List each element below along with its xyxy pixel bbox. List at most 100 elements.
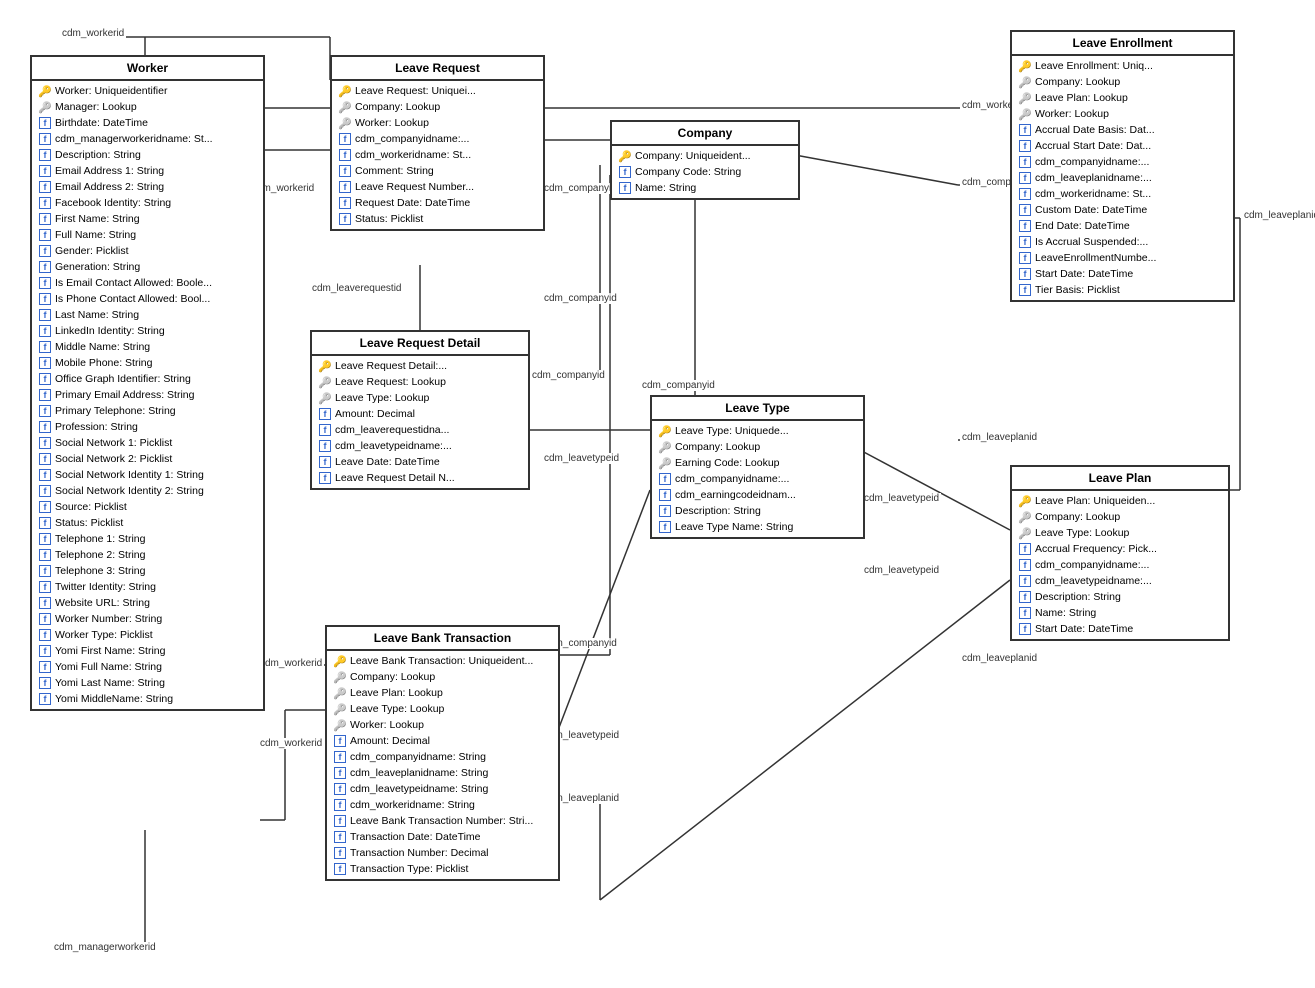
field-row: fcdm_workeridname: St... bbox=[332, 147, 543, 163]
field-icon: f bbox=[1019, 268, 1031, 280]
field-icon: f bbox=[39, 357, 51, 369]
field-icon: f bbox=[1019, 543, 1031, 555]
entity-leave-request-title: Leave Request bbox=[332, 57, 543, 81]
field-row: 🔑Company: Lookup bbox=[1012, 509, 1228, 525]
field-icon: f bbox=[39, 469, 51, 481]
field-icon: f bbox=[319, 408, 331, 420]
field-row: 🔑Company: Lookup bbox=[327, 669, 558, 685]
field-icon: f bbox=[1019, 172, 1031, 184]
field-icon: f bbox=[39, 245, 51, 257]
field-row: 🔑Leave Request: Uniquei... bbox=[332, 83, 543, 99]
label-cdm-leaveplanid-lbt2: cdm_leaveplanid bbox=[960, 653, 1039, 664]
field-row: fSocial Network Identity 1: String bbox=[32, 467, 263, 483]
field-row: fSource: Picklist bbox=[32, 499, 263, 515]
field-icon: f bbox=[39, 117, 51, 129]
field-icon: f bbox=[1019, 188, 1031, 200]
field-row: fcdm_workeridname: String bbox=[327, 797, 558, 813]
field-row: fAccrual Date Basis: Dat... bbox=[1012, 122, 1233, 138]
field-row: fRequest Date: DateTime bbox=[332, 195, 543, 211]
field-row: fAmount: Decimal bbox=[327, 733, 558, 749]
field-row: fTransaction Type: Picklist bbox=[327, 861, 558, 877]
field-row: 🔑Leave Type: Lookup bbox=[1012, 525, 1228, 541]
label-cdm-workerid-lbt: cdm_workerid bbox=[258, 658, 324, 669]
key-gold-icon: 🔑 bbox=[338, 84, 352, 98]
field-row: fcdm_leavetypeidname:... bbox=[312, 438, 528, 454]
field-row: fTelephone 2: String bbox=[32, 547, 263, 563]
field-icon: f bbox=[39, 501, 51, 513]
entity-leave-enrollment-body: 🔑Leave Enrollment: Uniq... 🔑Company: Loo… bbox=[1012, 56, 1233, 300]
field-icon: f bbox=[659, 521, 671, 533]
field-icon: f bbox=[39, 405, 51, 417]
field-row: fMobile Phone: String bbox=[32, 355, 263, 371]
entity-worker-title: Worker bbox=[32, 57, 263, 81]
entity-company: Company 🔑Company: Uniqueident... fCompan… bbox=[610, 120, 800, 200]
field-row: fcdm_companyidname:... bbox=[332, 131, 543, 147]
field-icon: f bbox=[39, 645, 51, 657]
field-row: 🔑Worker: Uniqueidentifier bbox=[32, 83, 263, 99]
field-icon: f bbox=[39, 373, 51, 385]
label-cdm-workerid-top: cdm_workerid bbox=[60, 28, 126, 39]
field-row: fFirst Name: String bbox=[32, 211, 263, 227]
entity-leave-bank-transaction-title: Leave Bank Transaction bbox=[327, 627, 558, 651]
field-row: fTelephone 3: String bbox=[32, 563, 263, 579]
entity-leave-bank-transaction: Leave Bank Transaction 🔑Leave Bank Trans… bbox=[325, 625, 560, 881]
field-icon: f bbox=[1019, 623, 1031, 635]
field-row: fLeaveEnrollmentNumbe... bbox=[1012, 250, 1233, 266]
entity-worker-body: 🔑Worker: Uniqueidentifier 🔑Manager: Look… bbox=[32, 81, 263, 709]
field-icon: f bbox=[39, 197, 51, 209]
key-silver-icon: 🔑 bbox=[338, 100, 352, 114]
field-row: 🔑Leave Enrollment: Uniq... bbox=[1012, 58, 1233, 74]
field-row: fCompany Code: String bbox=[612, 164, 798, 180]
field-icon: f bbox=[39, 213, 51, 225]
field-row: 🔑Leave Plan: Uniqueiden... bbox=[1012, 493, 1228, 509]
field-icon: f bbox=[39, 533, 51, 545]
label-cdm-leaverequestid: cdm_leaverequestid bbox=[310, 283, 404, 294]
field-icon: f bbox=[1019, 591, 1031, 603]
label-cdm-leaveplanid-2: cdm_leaveplanid bbox=[960, 432, 1039, 443]
field-row: 🔑Earning Code: Lookup bbox=[652, 455, 863, 471]
field-row: fTier Basis: Picklist bbox=[1012, 282, 1233, 298]
field-icon: f bbox=[619, 166, 631, 178]
field-row: 🔑Leave Type: Lookup bbox=[312, 390, 528, 406]
field-icon: f bbox=[319, 440, 331, 452]
label-cdm-companyid-4: cdm_companyid bbox=[640, 380, 717, 391]
field-icon: f bbox=[319, 472, 331, 484]
field-icon: f bbox=[39, 309, 51, 321]
field-row: fcdm_companyidname: String bbox=[327, 749, 558, 765]
field-icon: f bbox=[334, 751, 346, 763]
field-row: fFull Name: String bbox=[32, 227, 263, 243]
field-row: fcdm_leavetypeidname:... bbox=[1012, 573, 1228, 589]
entity-leave-plan-body: 🔑Leave Plan: Uniqueiden... 🔑Company: Loo… bbox=[1012, 491, 1228, 639]
field-row: fTwitter Identity: String bbox=[32, 579, 263, 595]
entity-leave-request-detail-title: Leave Request Detail bbox=[312, 332, 528, 356]
field-row: fWebsite URL: String bbox=[32, 595, 263, 611]
field-row: fSocial Network 1: Picklist bbox=[32, 435, 263, 451]
label-cdm-workerid-lbt2: cdm_workerid bbox=[258, 738, 324, 749]
field-icon: f bbox=[39, 293, 51, 305]
field-icon: f bbox=[39, 629, 51, 641]
field-row: fLeave Type Name: String bbox=[652, 519, 863, 535]
field-row: 🔑Company: Lookup bbox=[652, 439, 863, 455]
key-gold-icon: 🔑 bbox=[38, 84, 52, 98]
field-row: fSocial Network 2: Picklist bbox=[32, 451, 263, 467]
key-silver-icon: 🔑 bbox=[1018, 526, 1032, 540]
field-icon: f bbox=[1019, 236, 1031, 248]
entity-company-body: 🔑Company: Uniqueident... fCompany Code: … bbox=[612, 146, 798, 198]
label-cdm-companyid-3: cdm_companyid bbox=[530, 370, 607, 381]
key-silver-icon: 🔑 bbox=[318, 375, 332, 389]
key-silver-icon: 🔑 bbox=[1018, 107, 1032, 121]
field-row: fAmount: Decimal bbox=[312, 406, 528, 422]
field-icon: f bbox=[334, 735, 346, 747]
field-icon: f bbox=[334, 863, 346, 875]
field-icon: f bbox=[39, 661, 51, 673]
field-row: fGeneration: String bbox=[32, 259, 263, 275]
field-row: fYomi First Name: String bbox=[32, 643, 263, 659]
field-row: 🔑Leave Type: Lookup bbox=[327, 701, 558, 717]
field-icon: f bbox=[39, 485, 51, 497]
field-icon: f bbox=[39, 341, 51, 353]
field-row: fcdm_leavetypeidname: String bbox=[327, 781, 558, 797]
field-row: fGender: Picklist bbox=[32, 243, 263, 259]
field-row: fcdm_companyidname:... bbox=[1012, 154, 1233, 170]
field-row: fDescription: String bbox=[652, 503, 863, 519]
field-row: fCustom Date: DateTime bbox=[1012, 202, 1233, 218]
